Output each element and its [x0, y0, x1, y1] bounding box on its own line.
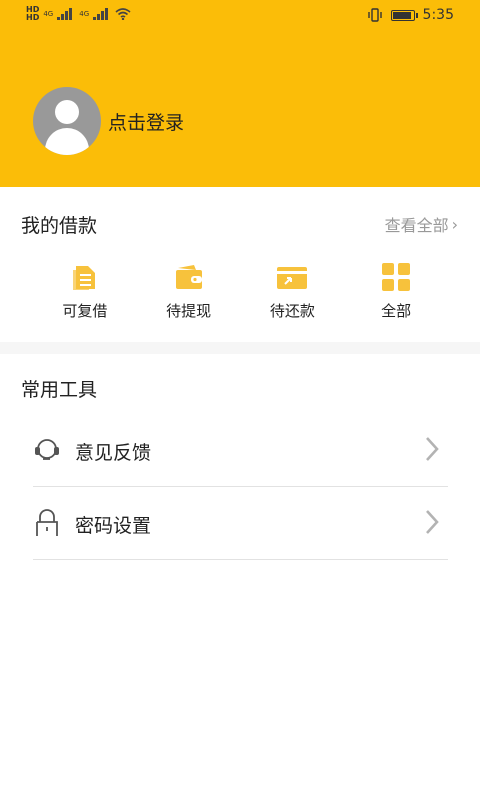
login-link[interactable]: 点击登录	[108, 108, 184, 135]
document-icon	[72, 266, 95, 290]
loan-shortcuts: 可复借 待提现 待还款 全部	[33, 262, 448, 321]
network-label-1: 4G	[43, 10, 54, 18]
wallet-icon	[175, 265, 202, 289]
loan-item-reborrow[interactable]: 可复借	[33, 262, 137, 321]
wifi-icon	[115, 8, 131, 20]
loan-item-repay[interactable]: 待还款	[241, 262, 345, 321]
grid-icon	[382, 263, 411, 291]
loan-item-all[interactable]: 全部	[344, 262, 448, 321]
signal-icon-2	[93, 8, 111, 20]
chevron-right-icon	[426, 510, 439, 534]
my-loans-title: 我的借款	[21, 215, 98, 237]
tool-item-label: 密码设置	[75, 515, 152, 537]
section-divider	[0, 342, 480, 354]
card-repay-icon	[277, 267, 308, 289]
signal-icon	[57, 8, 75, 20]
chevron-right-icon	[426, 437, 439, 461]
lock-icon	[36, 509, 58, 536]
status-bar: HD HD 4G 4G 5:35	[0, 0, 480, 34]
headset-icon	[35, 439, 59, 460]
view-all-label: 查看全部	[384, 216, 449, 235]
loan-item-label: 待提现	[166, 302, 212, 320]
clock: 5:35	[422, 7, 454, 23]
tool-item-label: 意见反馈	[75, 442, 152, 464]
tool-item-feedback[interactable]: 意见反馈	[33, 414, 448, 487]
loan-item-label: 全部	[381, 302, 412, 320]
view-all-link[interactable]: 查看全部 ›	[385, 212, 458, 236]
loan-item-withdraw[interactable]: 待提现	[137, 262, 241, 321]
hd-icon: HD HD	[26, 5, 40, 22]
loan-item-label: 可复借	[62, 302, 108, 320]
battery-icon	[390, 9, 418, 21]
network-label-2: 4G	[79, 10, 90, 18]
profile-header: HD HD 4G 4G 5:35 点击登录	[0, 0, 480, 187]
tool-item-password[interactable]: 密码设置	[33, 487, 448, 560]
common-tools-title: 常用工具	[21, 379, 98, 401]
avatar[interactable]	[33, 87, 101, 155]
loan-item-label: 待还款	[269, 302, 315, 320]
user-avatar-icon	[55, 100, 79, 124]
vibrate-icon	[367, 8, 382, 22]
chevron-right-icon: ›	[451, 214, 458, 234]
